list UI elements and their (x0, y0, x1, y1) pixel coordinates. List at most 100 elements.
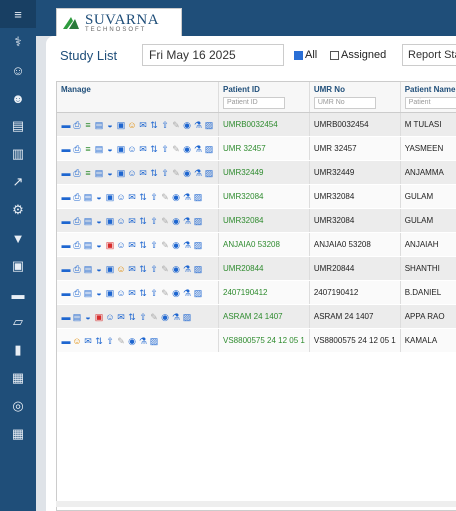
upload-icon[interactable]: ⇧ (149, 192, 159, 202)
upload-icon[interactable]: ⇧ (149, 288, 159, 298)
table-row[interactable]: ▬ ☺ ✉ ⇅ ⇧ ✎ ◉ ⚗ ▨ VS8800575 24 12 05 1 VS8800575 2… (57, 328, 456, 353)
print-icon[interactable]: ⎙ (72, 120, 82, 130)
report-status-select[interactable]: Report Status (402, 44, 456, 66)
viewer-icon[interactable]: ◉ (171, 216, 181, 226)
upload-icon[interactable]: ⇧ (105, 336, 115, 346)
patient-id-cell[interactable]: UMR32449 (218, 160, 310, 185)
edit-icon[interactable]: ✎ (116, 336, 126, 346)
doc-icon[interactable]: ▤ (83, 264, 93, 274)
upload-icon[interactable]: ⇧ (160, 168, 170, 178)
viewer-icon[interactable]: ◉ (171, 288, 181, 298)
report-icon[interactable]: ▨ (204, 144, 214, 154)
doc-icon[interactable]: ▤ (72, 312, 82, 322)
table-row[interactable]: ▬ ⎙ ▤ ◒ ▣ ☺ ✉ ⇅ ⇧ ✎ ◉ ⚗ ▨ 2407190412 2407190412 B.DANIE… (57, 280, 456, 305)
patient-id-cell[interactable]: UMR32084 (218, 208, 310, 233)
report-icon[interactable]: ▨ (193, 264, 203, 274)
upload-icon[interactable]: ⇧ (160, 120, 170, 130)
viewer-icon[interactable]: ◉ (171, 264, 181, 274)
sidebar-item-document[interactable]: ▥ (0, 140, 36, 168)
lock-icon[interactable]: ▣ (116, 144, 126, 154)
bars-icon[interactable]: ▬ (61, 192, 71, 202)
viewer-icon[interactable]: ◉ (182, 144, 192, 154)
column-header-umr-no[interactable]: UMR No UMR No (309, 82, 401, 113)
mail-icon[interactable]: ✉ (138, 144, 148, 154)
share-icon[interactable]: ◒ (105, 144, 115, 154)
doc-icon[interactable]: ▤ (94, 144, 104, 154)
doc-icon[interactable]: ▤ (83, 216, 93, 226)
edit-icon[interactable]: ✎ (160, 264, 170, 274)
table-row[interactable]: ▬ ⎙ ▤ ◒ ▣ ☺ ✉ ⇅ ⇧ ✎ ◉ ⚗ ▨ UMR32084 UMR32084 GULAM (57, 208, 456, 233)
mail-icon[interactable]: ✉ (127, 240, 137, 250)
report-icon[interactable]: ▨ (193, 288, 203, 298)
bars-icon[interactable]: ▬ (61, 144, 71, 154)
lock-icon[interactable]: ▣ (105, 216, 115, 226)
assigned-checkbox[interactable]: Assigned (330, 49, 386, 61)
transfer-icon[interactable]: ⇅ (94, 336, 104, 346)
report-icon[interactable]: ▨ (182, 312, 192, 322)
patient-id-cell[interactable]: UMRB0032454 (218, 112, 310, 137)
report-icon[interactable]: ▨ (193, 216, 203, 226)
date-field[interactable]: Fri May 16 2025 (142, 44, 284, 66)
all-checkbox[interactable]: All (294, 49, 317, 61)
flask-icon[interactable]: ⚗ (182, 240, 192, 250)
edit-icon[interactable]: ✎ (149, 312, 159, 322)
mail-icon[interactable]: ✉ (127, 264, 137, 274)
upload-icon[interactable]: ⇧ (149, 264, 159, 274)
viewer-icon[interactable]: ◉ (171, 192, 181, 202)
mail-icon[interactable]: ✉ (127, 192, 137, 202)
flask-icon[interactable]: ⚗ (138, 336, 148, 346)
bars-icon[interactable]: ▬ (61, 312, 71, 322)
upload-icon[interactable]: ⇧ (138, 312, 148, 322)
sidebar-item-chart[interactable]: ↗ (0, 168, 36, 196)
upload-icon[interactable]: ⇧ (160, 144, 170, 154)
lock-icon[interactable]: ▣ (105, 288, 115, 298)
share-icon[interactable]: ◒ (94, 192, 104, 202)
doc-icon[interactable]: ▤ (94, 120, 104, 130)
mail-icon[interactable]: ✉ (127, 216, 137, 226)
lock-icon[interactable]: ▣ (116, 120, 126, 130)
mail-icon[interactable]: ✉ (127, 288, 137, 298)
flask-icon[interactable]: ⚗ (193, 168, 203, 178)
patient-id-cell[interactable]: 2407190412 (218, 280, 310, 305)
bars-icon[interactable]: ▬ (61, 168, 71, 178)
transfer-icon[interactable]: ⇅ (149, 168, 159, 178)
upload-icon[interactable]: ⇧ (149, 216, 159, 226)
user-orange-icon[interactable]: ☺ (72, 336, 82, 346)
sidebar-item-user-doctor[interactable]: ⚕ (0, 28, 36, 56)
column-header-patient-id[interactable]: Patient ID Patient ID (218, 82, 310, 113)
transfer-icon[interactable]: ⇅ (138, 240, 148, 250)
print-icon[interactable]: ⎙ (72, 240, 82, 250)
table-row[interactable]: ▬ ⎙ ▤ ◒ ▣ ☺ ✉ ⇅ ⇧ ✎ ◉ ⚗ ▨ UMR32084 UMR32084 GULAM (57, 184, 456, 209)
patient-id-cell[interactable]: UMR32084 (218, 184, 310, 209)
sidebar-item-card[interactable]: ▬ (0, 280, 36, 308)
sidebar-item-users[interactable]: ☻ (0, 84, 36, 112)
viewer-icon[interactable]: ◉ (127, 336, 137, 346)
patient-id-filter-input[interactable]: Patient ID (223, 97, 285, 109)
sidebar-item-folder[interactable]: ▱ (0, 308, 36, 336)
checkbox-unchecked-icon[interactable] (330, 50, 339, 60)
umr-no-filter-input[interactable]: UMR No (313, 97, 376, 109)
sidebar-item-lock[interactable]: ▣ (0, 252, 36, 280)
share-icon[interactable]: ◒ (83, 312, 93, 322)
sidebar-item-user[interactable]: ☺ (0, 56, 36, 84)
lock-icon[interactable]: ▣ (105, 264, 115, 274)
doc-icon[interactable]: ▤ (83, 192, 93, 202)
table-row[interactable]: ▬ ⎙ ≡ ▤ ◒ ▣ ☺ ✉ ⇅ ⇧ ✎ ◉ ⚗ ▨ UMR 32457 UMR 32457 YASMEEN (57, 136, 456, 161)
transfer-icon[interactable]: ⇅ (138, 216, 148, 226)
print-icon[interactable]: ⎙ (72, 288, 82, 298)
print-icon[interactable]: ⎙ (72, 144, 82, 154)
report-icon[interactable]: ▨ (204, 168, 214, 178)
list-icon[interactable]: ≡ (83, 168, 93, 178)
transfer-icon[interactable]: ⇅ (127, 312, 137, 322)
transfer-icon[interactable]: ⇅ (149, 144, 159, 154)
patient-id-cell[interactable]: VS8800575 24 12 05 1 (218, 328, 310, 353)
sidebar-item-door[interactable]: ▮ (0, 336, 36, 364)
table-row[interactable]: ▬ ⎙ ≡ ▤ ◒ ▣ ☺ ✉ ⇅ ⇧ ✎ ◉ ⚗ ▨ UMR32449 UMR32449 ANJAMMA (57, 160, 456, 185)
table-row[interactable]: ▬ ⎙ ≡ ▤ ◒ ▣ ☺ ✉ ⇅ ⇧ ✎ ◉ ⚗ ▨ UMRB0032454 UMRB0032454 M TU… (57, 112, 456, 137)
user-icon[interactable]: ☺ (116, 240, 126, 250)
share-icon[interactable]: ◒ (105, 168, 115, 178)
table-row[interactable]: ▬ ⎙ ▤ ◒ ▣ ☺ ✉ ⇅ ⇧ ✎ ◉ ⚗ ▨ ANJAIA0 53208 ANJAIA0 53208 A… (57, 232, 456, 257)
share-icon[interactable]: ◒ (94, 264, 104, 274)
list-icon[interactable]: ≡ (83, 144, 93, 154)
user-icon[interactable]: ☺ (116, 192, 126, 202)
